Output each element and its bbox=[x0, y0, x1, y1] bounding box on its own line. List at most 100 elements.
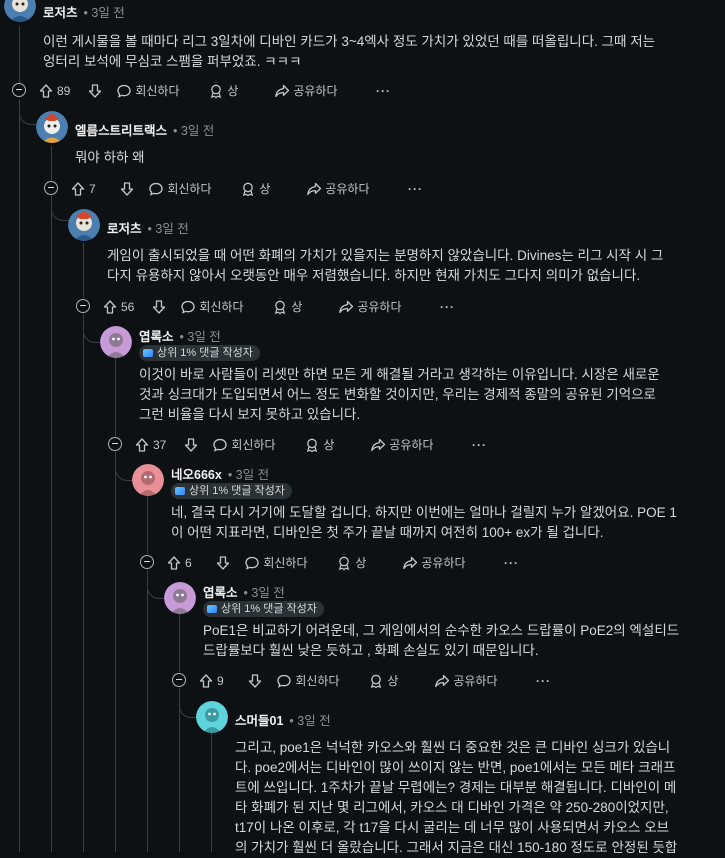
thread-line bbox=[179, 688, 180, 852]
reply-button[interactable]: 회신하다 bbox=[244, 551, 308, 575]
avatar[interactable] bbox=[68, 209, 100, 241]
avatar[interactable] bbox=[196, 701, 228, 733]
upvote-icon[interactable] bbox=[38, 79, 54, 103]
avatar[interactable] bbox=[36, 111, 68, 143]
avatar-icon bbox=[164, 582, 196, 614]
more-options-icon[interactable]: ··· bbox=[408, 177, 423, 201]
comment-time: • 3일 전 bbox=[147, 222, 189, 236]
upvote-icon[interactable] bbox=[134, 433, 150, 457]
author-name[interactable]: 엽록소 bbox=[203, 586, 238, 600]
comment-body: 뭐야 하하 왜 bbox=[75, 148, 145, 168]
more-options-icon[interactable]: ··· bbox=[472, 433, 487, 457]
share-button[interactable]: 공유하다 bbox=[370, 433, 434, 457]
avatar[interactable] bbox=[164, 582, 196, 614]
author-name[interactable]: 엽록소 bbox=[139, 330, 174, 344]
share-label: 공유하다 bbox=[453, 674, 498, 688]
comment-actions: 7 회신하다 상 공유하다 ··· bbox=[44, 177, 464, 201]
comment-body: 그리고, poe1은 넉넉한 카오스와 훨씬 더 중요한 것은 큰 디바인 싱크… bbox=[235, 738, 677, 858]
reply-button[interactable]: 회신하다 bbox=[180, 295, 244, 319]
author-name[interactable]: 로저츠 bbox=[43, 6, 78, 20]
comment-body: 이런 게시물을 볼 때마다 리그 3일차에 디바인 카드가 3~4엑사 정도 가… bbox=[43, 32, 655, 72]
comment-author[interactable]: 엘름스트리트랙스 • 3일 전 bbox=[75, 120, 214, 139]
more-options-icon[interactable]: ··· bbox=[376, 79, 391, 103]
top-commenter-badge: 상위 1% 댓글 작성자 bbox=[171, 483, 292, 499]
thread-line bbox=[211, 733, 212, 852]
downvote-icon[interactable] bbox=[87, 79, 103, 103]
comment-line: 타 화폐가 된 지난 몇 리그에서, 카오스 대 디바인 가격은 약 250-2… bbox=[235, 800, 669, 815]
vote-count: 37 bbox=[153, 438, 167, 452]
comment-actions: 89 회신하다 상 공유하다 ··· bbox=[12, 79, 432, 103]
comment-author[interactable]: 스머들01 • 3일 전 bbox=[235, 710, 331, 729]
collapse-icon[interactable] bbox=[172, 673, 186, 687]
avatar[interactable] bbox=[100, 326, 132, 358]
more-options-icon[interactable]: ··· bbox=[440, 295, 455, 319]
more-options-icon[interactable]: ··· bbox=[536, 669, 551, 693]
award-button[interactable]: 상 bbox=[240, 177, 270, 201]
upvote-icon[interactable] bbox=[70, 177, 86, 201]
award-button[interactable]: 상 bbox=[336, 551, 366, 575]
downvote-icon[interactable] bbox=[119, 177, 135, 201]
comment-author[interactable]: 엽록소 • 3일 전 bbox=[139, 326, 221, 345]
reply-label: 회신하다 bbox=[263, 556, 308, 570]
reply-button[interactable]: 회신하다 bbox=[116, 79, 180, 103]
badge-label: 상위 1% 댓글 작성자 bbox=[189, 485, 285, 497]
author-name[interactable]: 로저츠 bbox=[107, 222, 142, 236]
collapse-icon[interactable] bbox=[140, 555, 154, 569]
author-name[interactable]: 네오666x bbox=[171, 468, 222, 482]
downvote-icon[interactable] bbox=[151, 295, 167, 319]
collapse-icon[interactable] bbox=[108, 437, 122, 451]
vote-count: 7 bbox=[89, 182, 96, 196]
badge-icon bbox=[207, 605, 217, 613]
avatar-icon bbox=[36, 111, 68, 143]
comment-author[interactable]: 네오666x • 3일 전 bbox=[171, 464, 269, 483]
upvote-icon[interactable] bbox=[102, 295, 118, 319]
reply-button[interactable]: 회신하다 bbox=[212, 433, 276, 457]
avatar[interactable] bbox=[132, 464, 164, 496]
downvote-icon[interactable] bbox=[247, 669, 263, 693]
comment-author[interactable]: 로저츠 • 3일 전 bbox=[43, 2, 125, 21]
comment-line: 이런 게시물을 볼 때마다 리그 3일차에 디바인 카드가 3~4엑사 정도 가… bbox=[43, 34, 656, 49]
downvote-icon[interactable] bbox=[215, 551, 231, 575]
award-button[interactable]: 상 bbox=[304, 433, 334, 457]
comment-author[interactable]: 로저츠 • 3일 전 bbox=[107, 218, 189, 237]
more-options-icon[interactable]: ··· bbox=[504, 551, 519, 575]
author-name[interactable]: 엘름스트리트랙스 bbox=[75, 124, 167, 138]
award-button[interactable]: 상 bbox=[368, 669, 398, 693]
badge-label: 상위 1% 댓글 작성자 bbox=[157, 347, 253, 359]
collapse-icon[interactable] bbox=[12, 83, 26, 97]
collapse-icon[interactable] bbox=[44, 181, 58, 195]
comment-body: 게임이 출시되었을 때 어떤 화폐의 가치가 있을지는 분명하지 않았습니다. … bbox=[107, 246, 663, 286]
thread-line bbox=[51, 196, 52, 852]
share-label: 공유하다 bbox=[293, 84, 338, 98]
share-button[interactable]: 공유하다 bbox=[434, 669, 498, 693]
upvote-icon[interactable] bbox=[198, 669, 214, 693]
share-button[interactable]: 공유하다 bbox=[306, 177, 370, 201]
share-button[interactable]: 공유하다 bbox=[338, 295, 402, 319]
upvote-icon[interactable] bbox=[166, 551, 182, 575]
reply-label: 회신하다 bbox=[199, 300, 244, 314]
comment-line: 뭐야 하하 왜 bbox=[75, 150, 145, 165]
top-commenter-badge: 상위 1% 댓글 작성자 bbox=[139, 345, 260, 361]
comment-body: PoE1은 비교하기 어려운데, 그 게임에서의 순수한 카오스 드랍률이 Po… bbox=[203, 621, 679, 661]
collapse-icon[interactable] bbox=[76, 299, 90, 313]
share-button[interactable]: 공유하다 bbox=[402, 551, 466, 575]
thread-line bbox=[147, 570, 148, 852]
reply-button[interactable]: 회신하다 bbox=[148, 177, 212, 201]
reply-button[interactable]: 회신하다 bbox=[276, 669, 340, 693]
share-button[interactable]: 공유하다 bbox=[274, 79, 338, 103]
vote-count: 6 bbox=[185, 556, 192, 570]
thread-line bbox=[83, 243, 84, 298]
thread-branch bbox=[19, 100, 38, 125]
thread-line bbox=[147, 496, 148, 554]
comment-line: t17이 나온 이후로, 각 t17을 다시 굴리는 데 너무 많이 사용되면서… bbox=[235, 820, 670, 835]
award-button[interactable]: 상 bbox=[208, 79, 238, 103]
author-name[interactable]: 스머들01 bbox=[235, 714, 283, 728]
comment-time: • 3일 전 bbox=[83, 6, 125, 20]
avatar[interactable] bbox=[4, 0, 36, 22]
award-button[interactable]: 상 bbox=[272, 295, 302, 319]
downvote-icon[interactable] bbox=[183, 433, 199, 457]
comment-author[interactable]: 엽록소 • 3일 전 bbox=[203, 582, 285, 601]
comment-line: 이것이 바로 사람들이 리셋만 하면 모든 게 해결될 거라고 생각하는 이유입… bbox=[139, 367, 660, 382]
comment-body: 네, 결국 다시 거기에 도달할 겁니다. 하지만 이번에는 얼마나 걸릴지 누… bbox=[171, 503, 677, 543]
thread-line bbox=[51, 146, 52, 180]
